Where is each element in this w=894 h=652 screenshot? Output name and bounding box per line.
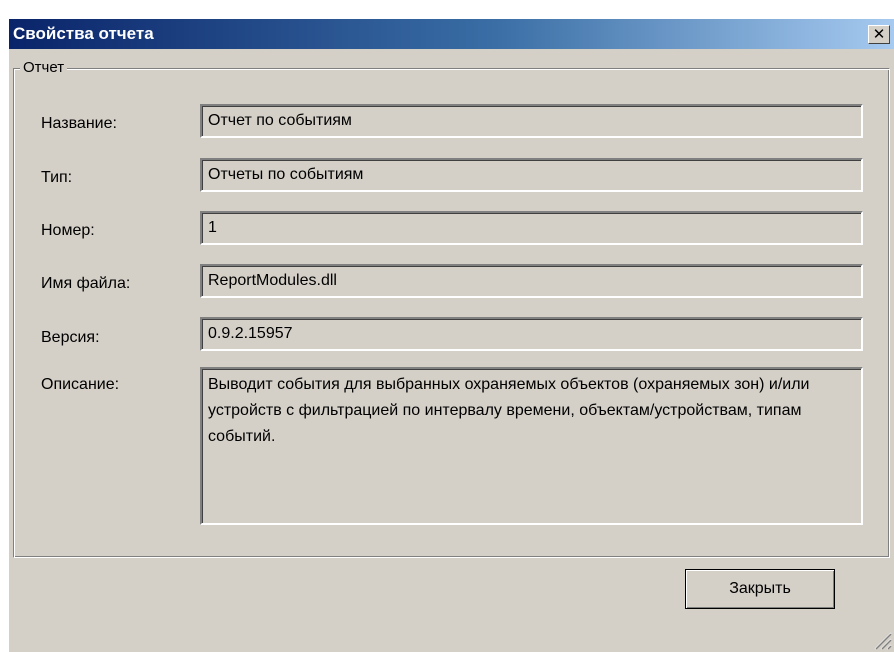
type-field[interactable]: Отчеты по событиям: [200, 158, 863, 192]
description-label: Описание:: [41, 376, 120, 393]
type-label: Тип:: [41, 169, 73, 186]
close-button[interactable]: Закрыть: [685, 569, 835, 609]
filename-label: Имя файла:: [41, 275, 131, 292]
dialog-title: Свойства отчета: [13, 24, 154, 43]
number-field[interactable]: 1: [200, 211, 863, 245]
name-field[interactable]: Отчет по событиям: [200, 104, 863, 138]
version-field[interactable]: 0.9.2.15957: [200, 317, 863, 351]
groupbox-label: Отчет: [20, 59, 68, 76]
close-icon[interactable]: ✕: [868, 25, 890, 44]
name-label: Название:: [41, 115, 117, 132]
resize-grip-icon[interactable]: [872, 630, 892, 650]
description-field[interactable]: Выводит события для выбранных охраняемых…: [200, 367, 863, 525]
version-label: Версия:: [41, 329, 100, 346]
number-label: Номер:: [41, 222, 95, 239]
report-properties-dialog: Свойства отчета ✕ Отчет Название: Отчет …: [8, 18, 894, 652]
filename-field[interactable]: ReportModules.dll: [200, 264, 863, 298]
title-bar[interactable]: Свойства отчета ✕: [9, 19, 894, 49]
